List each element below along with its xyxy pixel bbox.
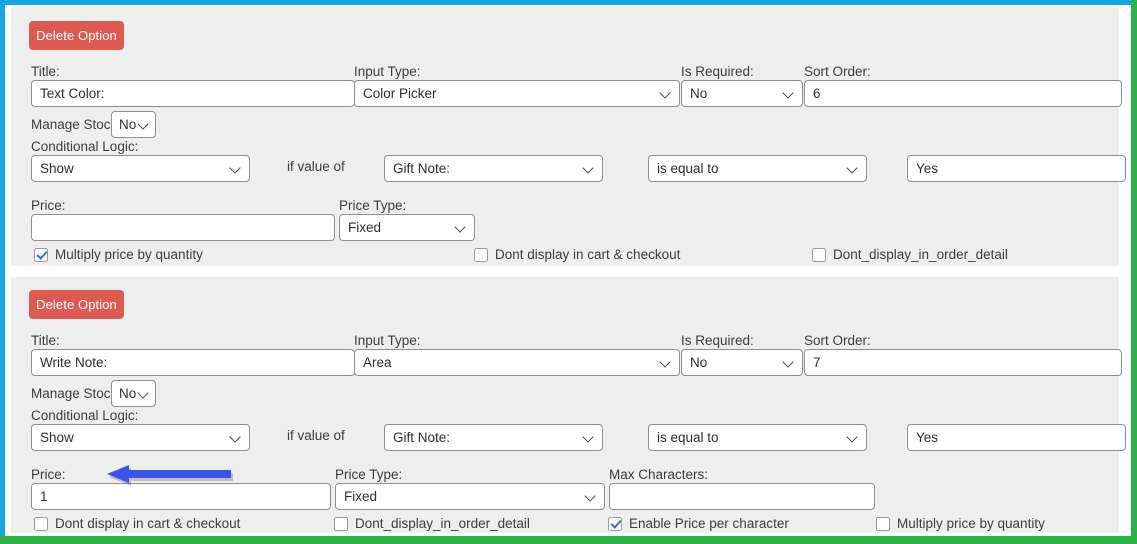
- sort-order-input[interactable]: [804, 349, 1122, 376]
- option-editor: Delete Option Title: Input Type: Color P…: [5, 5, 1131, 536]
- checkbox-icon: [334, 516, 348, 531]
- sort-order-label: Sort Order:: [804, 333, 871, 348]
- price-type-label: Price Type:: [339, 198, 407, 213]
- conditional-logic-label: Conditional Logic:: [31, 139, 139, 154]
- chevron-down-icon: [586, 484, 597, 509]
- checkbox-multiply-price-by-quantity[interactable]: Multiply price by quantity: [34, 247, 203, 262]
- chevron-down-icon: [139, 112, 150, 137]
- checkbox-label: Multiply price by quantity: [55, 247, 203, 262]
- conditional-value-input[interactable]: [907, 424, 1126, 451]
- input-type-label: Input Type:: [354, 333, 421, 348]
- price-input[interactable]: [31, 214, 335, 241]
- manage-stock-select[interactable]: No: [111, 380, 156, 407]
- manage-stock-value: No: [119, 386, 137, 401]
- sort-order-label: Sort Order:: [804, 64, 871, 79]
- conditional-operator-value: is equal to: [657, 161, 719, 176]
- manage-stock-select[interactable]: No: [111, 111, 156, 138]
- input-type-label: Input Type:: [354, 64, 421, 79]
- delete-option-button[interactable]: Delete Option: [29, 290, 124, 319]
- chevron-down-icon: [848, 425, 859, 450]
- chevron-down-icon: [231, 425, 242, 450]
- is-required-select[interactable]: No: [681, 349, 803, 376]
- conditional-logic-action-value: Show: [40, 430, 74, 445]
- input-type-select[interactable]: Area: [354, 349, 680, 376]
- chevron-down-icon: [584, 425, 595, 450]
- option-card-1: Delete Option Title: Input Type: Color P…: [11, 7, 1126, 266]
- conditional-field-value: Gift Note:: [393, 430, 451, 445]
- checkbox-label: Multiply price by quantity: [897, 516, 1045, 531]
- chevron-down-icon: [661, 350, 672, 375]
- price-input[interactable]: [31, 483, 331, 510]
- input-type-value: Area: [363, 355, 392, 370]
- checkbox-multiply-price-by-quantity[interactable]: Multiply price by quantity: [876, 516, 1045, 531]
- if-value-of-label: if value of: [287, 159, 345, 174]
- chevron-down-icon: [456, 215, 467, 240]
- conditional-operator-select[interactable]: is equal to: [648, 424, 867, 451]
- conditional-value-input[interactable]: [907, 155, 1126, 182]
- is-required-label: Is Required:: [681, 64, 754, 79]
- conditional-operator-select[interactable]: is equal to: [648, 155, 867, 182]
- chevron-down-icon: [848, 156, 859, 181]
- checkbox-icon: [474, 247, 488, 262]
- price-type-label: Price Type:: [335, 467, 403, 482]
- title-label: Title:: [31, 333, 60, 348]
- chevron-down-icon: [139, 381, 150, 406]
- price-type-value: Fixed: [344, 489, 378, 504]
- max-characters-input[interactable]: [609, 483, 875, 510]
- if-value-of-label: if value of: [287, 428, 345, 443]
- delete-option-button[interactable]: Delete Option: [29, 21, 124, 50]
- input-type-value: Color Picker: [363, 86, 437, 101]
- price-type-select[interactable]: Fixed: [335, 483, 605, 510]
- chevron-down-icon: [584, 156, 595, 181]
- title-label: Title:: [31, 64, 60, 79]
- max-characters-label: Max Characters:: [609, 467, 709, 482]
- is-required-value: No: [690, 86, 708, 101]
- chevron-down-icon: [661, 81, 672, 106]
- sort-order-input[interactable]: [804, 80, 1122, 107]
- input-type-select[interactable]: Color Picker: [354, 80, 680, 107]
- manage-stock-value: No: [119, 117, 137, 132]
- conditional-logic-action-select[interactable]: Show: [31, 424, 250, 451]
- title-input[interactable]: [31, 80, 355, 107]
- is-required-label: Is Required:: [681, 333, 754, 348]
- option-card-2: Delete Option Title: Input Type: Area Is…: [11, 277, 1126, 533]
- checkbox-label: Enable Price per character: [629, 516, 789, 531]
- checkbox-icon: [812, 247, 826, 262]
- conditional-field-select[interactable]: Gift Note:: [384, 424, 603, 451]
- is-required-value: No: [690, 355, 708, 370]
- manage-stock-label: Manage Stock: [31, 386, 118, 401]
- conditional-logic-action-select[interactable]: Show: [31, 155, 250, 182]
- checkbox-dont-display-in-order-detail[interactable]: Dont_display_in_order_detail: [334, 516, 530, 531]
- manage-stock-label: Manage Stock: [31, 117, 118, 132]
- chevron-down-icon: [784, 81, 795, 106]
- price-type-select[interactable]: Fixed: [339, 214, 475, 241]
- checkbox-dont-display-in-cart-checkout[interactable]: Dont display in cart & checkout: [474, 247, 680, 262]
- checkbox-label: Dont_display_in_order_detail: [355, 516, 530, 531]
- conditional-operator-value: is equal to: [657, 430, 719, 445]
- title-input[interactable]: [31, 349, 355, 376]
- checkbox-icon: [876, 516, 890, 531]
- checkbox-dont-display-in-order-detail[interactable]: Dont_display_in_order_detail: [812, 247, 1008, 262]
- is-required-select[interactable]: No: [681, 80, 803, 107]
- checkbox-label: Dont_display_in_order_detail: [833, 247, 1008, 262]
- checkbox-icon: [34, 247, 48, 262]
- checkbox-icon: [608, 516, 622, 531]
- checkbox-label: Dont display in cart & checkout: [55, 516, 241, 531]
- conditional-field-value: Gift Note:: [393, 161, 451, 176]
- accent-border-bottom: [0, 536, 1137, 544]
- accent-border-right: [1131, 0, 1137, 544]
- checkbox-dont-display-in-cart-checkout[interactable]: Dont display in cart & checkout: [34, 516, 240, 531]
- chevron-down-icon: [784, 350, 795, 375]
- checkbox-label: Dont display in cart & checkout: [495, 247, 681, 262]
- checkbox-icon: [34, 516, 48, 531]
- chevron-down-icon: [231, 156, 242, 181]
- checkbox-enable-price-per-character[interactable]: Enable Price per character: [608, 516, 789, 531]
- conditional-logic-label: Conditional Logic:: [31, 408, 139, 423]
- conditional-field-select[interactable]: Gift Note:: [384, 155, 603, 182]
- price-label: Price:: [31, 198, 66, 213]
- price-label: Price:: [31, 467, 66, 482]
- price-type-value: Fixed: [348, 220, 382, 235]
- conditional-logic-action-value: Show: [40, 161, 74, 176]
